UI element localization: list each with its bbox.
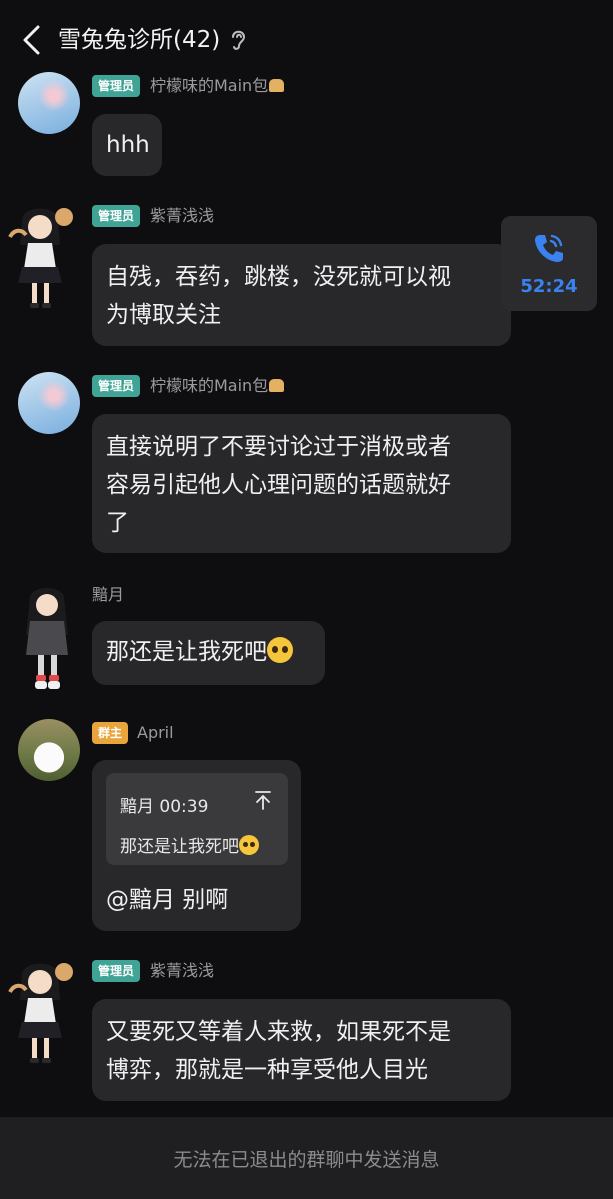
admin-badge: 管理员 bbox=[92, 205, 141, 227]
message-line: 自残，吞药，跳楼，没死就可以视 bbox=[106, 264, 451, 290]
avatar[interactable] bbox=[18, 72, 80, 134]
message-bubble[interactable]: 那还是让我死吧 bbox=[92, 621, 325, 685]
message-line: 博弈，那就是一种享受他人目光 bbox=[106, 1057, 428, 1083]
message-bubble[interactable]: 自残，吞药，跳楼，没死就可以视 为博取关注 bbox=[92, 244, 511, 346]
quoted-message-text: 那还是让我死吧 bbox=[120, 828, 259, 866]
message-bubble[interactable]: hhh bbox=[92, 114, 162, 176]
avatar[interactable] bbox=[14, 585, 84, 695]
quoted-text: 那还是让我死吧 bbox=[120, 837, 239, 857]
bread-emoji bbox=[269, 79, 285, 92]
message-line: 直接说明了不要讨论过于消极或者 bbox=[106, 434, 451, 460]
sender-name[interactable]: 柠檬味的Main包 bbox=[150, 375, 285, 397]
sender-name-text: 柠檬味的Main包 bbox=[150, 376, 269, 395]
quoted-message[interactable]: 黯月 00:39 那还是让我死吧 bbox=[106, 773, 288, 865]
ongoing-call-widget[interactable]: 52:24 bbox=[501, 216, 597, 311]
bread-emoji bbox=[269, 379, 285, 392]
message-text: hhh bbox=[106, 132, 150, 158]
message-line: 为博取关注 bbox=[106, 302, 221, 328]
message-text: @黯月 别啊 bbox=[106, 887, 229, 913]
call-duration: 52:24 bbox=[520, 276, 578, 297]
message-bubble[interactable]: 黯月 00:39 那还是让我死吧 @黯月 别啊 bbox=[92, 760, 301, 931]
admin-badge: 管理员 bbox=[92, 960, 141, 982]
quoted-message-header: 黯月 00:39 bbox=[120, 797, 209, 817]
disabled-notice: 无法在已退出的群聊中发送消息 bbox=[173, 1149, 440, 1171]
message-text: 那还是让我死吧 bbox=[106, 639, 267, 665]
message-line: 容易引起他人心理问题的话题就好 bbox=[106, 472, 451, 498]
sender-name[interactable]: 紫菁浅浅 bbox=[150, 960, 214, 982]
ear-icon[interactable] bbox=[229, 28, 247, 52]
chat-header: 雪兔兔诊所(42) bbox=[0, 0, 613, 78]
message-line: 了 bbox=[106, 510, 129, 536]
admin-badge: 管理员 bbox=[92, 375, 141, 397]
sender-name[interactable]: 黯月 bbox=[92, 584, 124, 606]
message-bubble[interactable]: 直接说明了不要讨论过于消极或者 容易引起他人心理问题的话题就好 了 bbox=[92, 414, 511, 553]
avatar[interactable] bbox=[8, 960, 78, 1070]
message-line: 又要死又等着人来救，如果死不是 bbox=[106, 1019, 451, 1045]
pleading-face-emoji bbox=[267, 637, 293, 663]
input-disabled-bar: 无法在已退出的群聊中发送消息 bbox=[0, 1117, 613, 1199]
sender-name[interactable]: April bbox=[137, 722, 174, 744]
phone-icon bbox=[535, 234, 563, 262]
owner-badge: 群主 bbox=[92, 722, 129, 744]
avatar[interactable] bbox=[8, 205, 78, 315]
sender-name[interactable]: 柠檬味的Main包 bbox=[150, 75, 285, 97]
sender-name[interactable]: 紫菁浅浅 bbox=[150, 205, 214, 227]
pleading-face-emoji bbox=[239, 835, 259, 855]
sender-name-text: 柠檬味的Main包 bbox=[150, 76, 269, 95]
arrow-up-icon[interactable] bbox=[254, 790, 272, 810]
avatar[interactable] bbox=[18, 372, 80, 434]
message-bubble[interactable]: 又要死又等着人来救，如果死不是 博弈，那就是一种享受他人目光 bbox=[92, 999, 511, 1101]
admin-badge: 管理员 bbox=[92, 75, 141, 97]
back-chevron-icon[interactable] bbox=[20, 24, 44, 56]
avatar[interactable] bbox=[18, 719, 80, 781]
chat-title: 雪兔兔诊所(42) bbox=[58, 27, 221, 53]
